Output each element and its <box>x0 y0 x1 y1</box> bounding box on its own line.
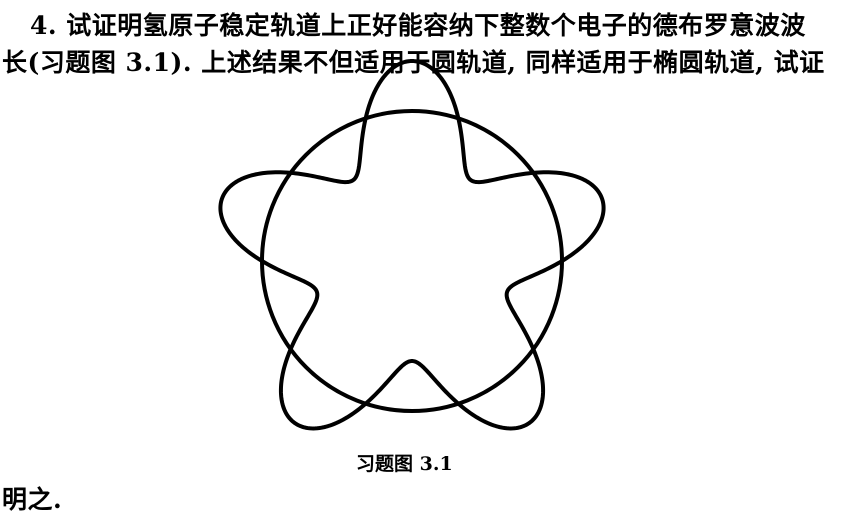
problem-text-line-3: 明之. <box>2 485 63 514</box>
figure-caption: 习题图 3.1 <box>356 453 453 475</box>
orbit-figure <box>218 59 606 431</box>
circular-orbit <box>260 109 564 413</box>
de-broglie-standing-wave <box>218 59 606 431</box>
